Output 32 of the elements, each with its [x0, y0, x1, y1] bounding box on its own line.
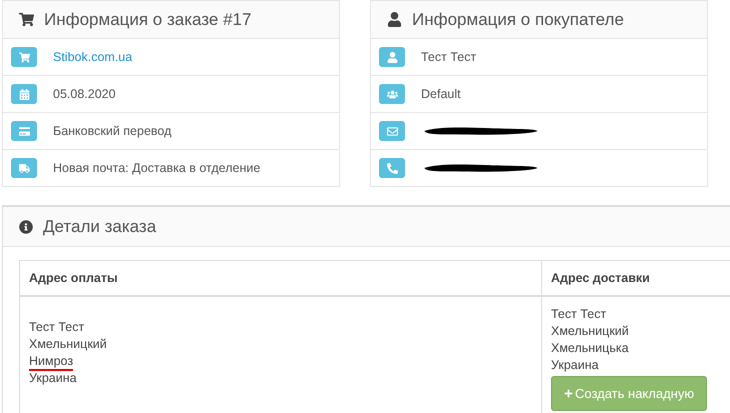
credit-card-icon	[18, 126, 30, 136]
create-invoice-button[interactable]: Создать накладную	[551, 376, 708, 411]
info-text: Default	[421, 86, 461, 103]
truck-icon	[18, 162, 30, 174]
info-text: Новая почта: Доставка в отделение	[53, 160, 260, 177]
column-header: Адрес оплаты	[29, 270, 118, 287]
panel-title: Информация о заказе #17	[44, 8, 252, 31]
store-link[interactable]: Stibok.com.ua	[53, 48, 132, 66]
cart-icon	[18, 52, 30, 62]
address-line: Тест Тест	[29, 320, 84, 336]
address-line: Хмельницкий	[551, 323, 630, 340]
user-icon	[387, 12, 402, 27]
users-icon	[386, 88, 398, 100]
cart-icon	[19, 12, 34, 27]
envelope-icon	[386, 126, 398, 136]
user-icon	[386, 52, 398, 62]
phone-icon	[386, 162, 398, 174]
address-line: Хмельницкий	[29, 337, 107, 353]
info-text: 05.08.2020	[53, 86, 116, 103]
address-line: Украина	[551, 357, 600, 374]
address-line: Нимроз	[29, 354, 74, 371]
address-line: Тест Тест	[551, 306, 608, 323]
panel-title: Информация о покупателе	[412, 8, 624, 31]
panel-title: Детали заказа	[43, 216, 156, 238]
info-text: Тест Тест	[421, 48, 476, 66]
info-text: Банковский перевод	[53, 122, 172, 140]
column-header: Адрес доставки	[551, 270, 650, 287]
calendar-icon	[18, 88, 30, 100]
plus-icon	[564, 389, 573, 398]
info-icon	[19, 220, 33, 234]
address-line: Украина	[29, 371, 77, 387]
address-line: Хмельницька	[551, 340, 630, 357]
